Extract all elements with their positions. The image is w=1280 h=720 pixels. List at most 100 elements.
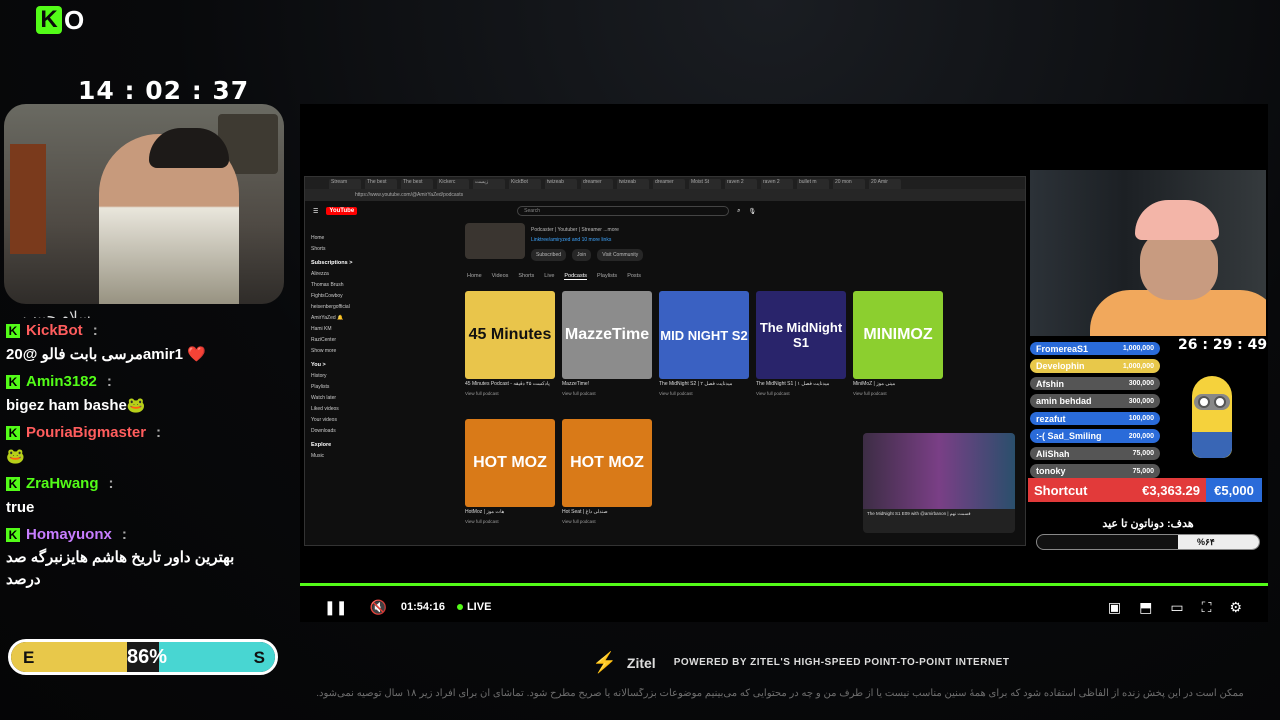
channel-tab[interactable]: Posts [627, 273, 641, 280]
podcast-thumbnail: MINIMOZ [853, 291, 943, 379]
chat-username[interactable]: ZraHwang [26, 475, 99, 492]
you-item[interactable]: Playlists [311, 382, 391, 393]
subscription-item[interactable]: Hami KM [311, 324, 391, 335]
sponsor-name: Zitel [626, 654, 656, 671]
chat-username[interactable]: KickBot [26, 322, 83, 339]
chat-colon: : [121, 526, 127, 543]
chat-username[interactable]: Amin3182 [26, 373, 97, 390]
donor-amount: 300,000 [1128, 397, 1154, 405]
mic-icon[interactable]: 🎙 [749, 208, 757, 215]
browser-tab[interactable]: Moist St [689, 179, 721, 189]
podcast-card[interactable]: HOT MOZ HotMoz | هات موز View full podcast [465, 419, 555, 524]
browser-tab[interactable]: KickBot [509, 179, 541, 189]
channel-tab[interactable]: Shorts [518, 273, 534, 280]
subscribed-button[interactable]: Subscribed [531, 249, 567, 261]
podcast-card[interactable]: MazzeTime MazzeTime! View full podcast [562, 291, 652, 396]
browser-tab[interactable]: bullet m [797, 179, 829, 189]
you-item[interactable]: Liked videos [311, 404, 391, 415]
view-full-podcast-link[interactable]: View full podcast [465, 391, 555, 396]
chat-username[interactable]: PouriaBigmaster [26, 424, 146, 441]
fullscreen-icon[interactable]: ⛶ [1202, 599, 1212, 616]
youtube-logo[interactable]: YouTube [326, 207, 358, 215]
browser-tab[interactable]: Stream [329, 179, 361, 189]
playback-progress[interactable] [300, 583, 1268, 586]
podcast-card[interactable]: MINIMOZ MiniMoZ | مینی موز View full podca… [853, 291, 943, 396]
browser-tab[interactable]: The best [401, 179, 433, 189]
live-dot [456, 604, 463, 610]
channel-avatar[interactable] [465, 223, 525, 259]
view-full-podcast-link[interactable]: View full podcast [756, 391, 846, 396]
channel-tab[interactable]: Live [544, 273, 554, 280]
mini-video-thumb [863, 433, 1015, 509]
subscription-item[interactable]: heisenbergofficial [311, 302, 391, 313]
browser-tab[interactable]: Kickerc [437, 179, 469, 189]
browser-tab[interactable]: twizeab [617, 179, 649, 189]
channel-desc[interactable]: Podcaster | Youtuber | Streamer ...more [531, 225, 619, 235]
channel-links[interactable]: Linktree/amiryzed and 10 more links [531, 235, 611, 245]
cast-icon[interactable]: ▭ [1170, 599, 1183, 616]
theater-icon[interactable]: ⬒ [1139, 599, 1152, 616]
you-title[interactable]: You > [311, 360, 391, 371]
channel-tab[interactable]: Videos [492, 273, 509, 280]
sidebar-item[interactable]: Home [311, 233, 391, 244]
visit-community-button[interactable]: Visit Community [597, 249, 644, 261]
settings-icon[interactable]: ⚙ [1229, 599, 1242, 616]
chat-username[interactable]: Homayuonx [26, 526, 112, 543]
explore-item[interactable]: Music [311, 451, 391, 462]
youtube-header: ☰ YouTube Search ⌕ 🎙 [305, 201, 1025, 221]
you-item[interactable]: Watch later [311, 393, 391, 404]
view-full-podcast-link[interactable]: View full podcast [562, 391, 652, 396]
browser-tab[interactable]: raven 2 [725, 179, 757, 189]
subscription-item[interactable]: Thomas Brush [311, 280, 391, 291]
sidebar-item[interactable]: Shorts [311, 244, 391, 255]
join-button[interactable]: Join [572, 249, 592, 261]
you-item[interactable]: Your videos [311, 415, 391, 426]
browser-tab[interactable]: The best [365, 179, 397, 189]
subscription-item[interactable]: FightsCowboy [311, 291, 391, 302]
browser-tab[interactable]: dreamer [653, 179, 685, 189]
podcast-title: MiniMoZ | مینی موز [853, 381, 896, 387]
view-full-podcast-link[interactable]: View full podcast [659, 391, 749, 396]
mute-icon[interactable]: 🔇 [369, 599, 386, 616]
donor-amount: 1,000,000 [1122, 345, 1154, 353]
podcast-card[interactable]: The MidNight S1 The MidNight S1 | میدنایت… [756, 291, 846, 396]
subscriptions-title[interactable]: Subscriptions > [311, 258, 391, 269]
subscription-item[interactable]: AmirYaZed 🔔 [311, 313, 391, 324]
kick-badge-icon: K [6, 425, 20, 440]
mini-video[interactable]: The MidNight S1 E09 with @amirbanon | قس… [863, 433, 1015, 533]
donation-shortcut: Shortcut €3,363.29 €5,000 [1028, 478, 1262, 502]
you-item[interactable]: Downloads [311, 426, 391, 437]
address-bar[interactable]: https://www.youtube.com/@AmirYaZed/podca… [305, 189, 1025, 201]
subscription-item[interactable]: RaziCenter [311, 335, 391, 346]
browser-tab[interactable]: زیست [473, 179, 505, 189]
search-icon[interactable]: ⌕ [737, 208, 740, 215]
zitel-logo-icon: ⚡ [592, 652, 617, 674]
browser-tab[interactable]: twizeab [545, 179, 577, 189]
subscription-item[interactable]: Show more [311, 346, 391, 357]
subscription-item[interactable]: Alirezza [311, 269, 391, 280]
menu-icon[interactable]: ☰ [313, 208, 318, 215]
chat-user-row: K KickBot: [6, 318, 296, 343]
chat-colon: : [106, 373, 112, 390]
screen-share-browser: Stream The best The best Kickerc زیست KickBot… [304, 176, 1026, 546]
channel-tab[interactable]: Home [467, 273, 482, 280]
pause-icon[interactable]: ❚❚ [324, 599, 347, 616]
view-full-podcast-link[interactable]: View full podcast [465, 519, 555, 524]
miniplayer-icon[interactable]: ▣ [1108, 599, 1121, 616]
youtube-search-input[interactable]: Search [517, 206, 730, 216]
live-indicator: LIVE [456, 601, 491, 613]
podcast-card[interactable]: MID NIGHT S2 The MidNight S2 | میدنایت فص… [659, 291, 749, 396]
view-full-podcast-link[interactable]: View full podcast [853, 391, 943, 396]
view-full-podcast-link[interactable]: View full podcast [562, 519, 652, 524]
channel-tab[interactable]: Playlists [597, 273, 617, 280]
podcast-card[interactable]: 45 Minutes 45 Minutes Podcast - پادکست ۴۵… [465, 291, 555, 396]
browser-tab[interactable]: 20 Amir [869, 179, 901, 189]
podcast-card[interactable]: HOT MOZ Hot Seat | صندلی داغ View full pod… [562, 419, 652, 524]
energy-label-e: E [23, 648, 35, 667]
browser-tab[interactable]: dreamer [581, 179, 613, 189]
browser-tab[interactable]: raven 2 [761, 179, 793, 189]
donor-name: FromereaS1 [1036, 343, 1089, 354]
channel-tab[interactable]: Podcasts [564, 273, 588, 280]
browser-tab[interactable]: 20 mon [833, 179, 865, 189]
you-item[interactable]: History [311, 371, 391, 382]
